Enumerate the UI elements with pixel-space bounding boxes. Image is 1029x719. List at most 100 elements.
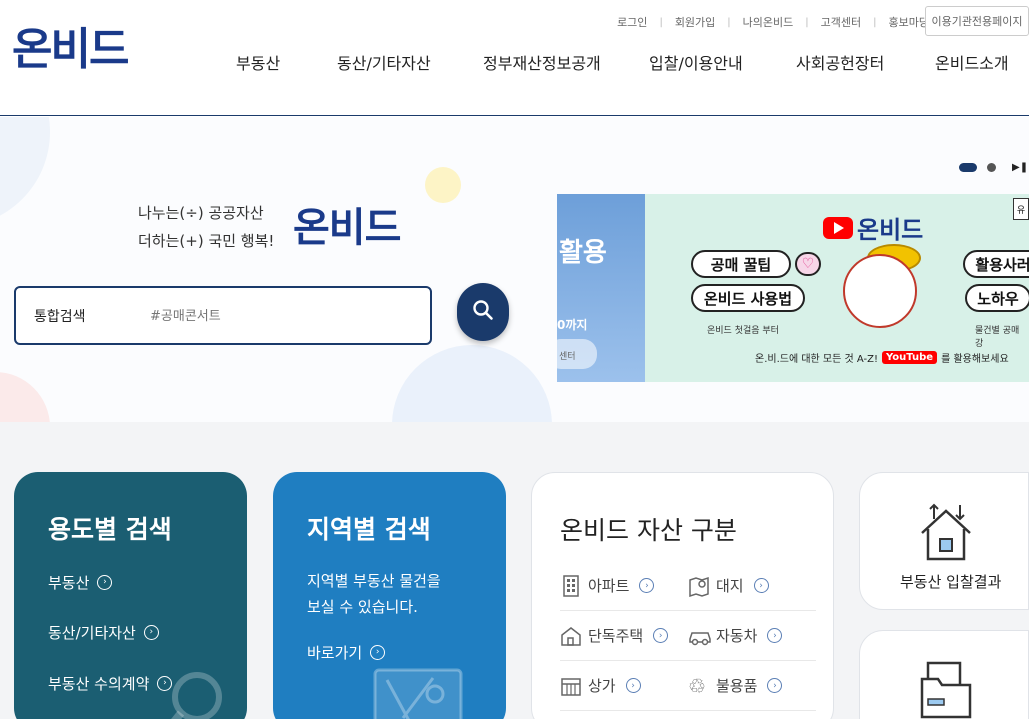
nav-bid-guide[interactable]: 입찰/이용안내 (649, 50, 743, 74)
heart-icon: ♡ (795, 252, 821, 276)
car-icon (688, 625, 711, 647)
divider: | (659, 16, 663, 28)
desc-line: 지역별 부동산 물건을 (307, 572, 441, 590)
asset-category-grid: 아파트 › 대지 › 단독주택 › 자동차 › 상가 › ♲ 불용품 › (560, 561, 816, 711)
hero-logo: 온비드 (293, 205, 401, 251)
apartment-icon (560, 574, 582, 597)
divider: | (727, 16, 731, 28)
nav-real-estate[interactable]: 부동산 (236, 50, 280, 74)
decoration-arc (0, 117, 50, 227)
site-header: 온비드 로그인 | 회원가입 | 나의온비드 | 고객센터 | 홍보마당 이용기… (0, 0, 1029, 116)
divider: | (805, 16, 809, 28)
asset-link-house[interactable]: 단독주택 › (560, 625, 688, 647)
banner-slide-current: 온비드 공매 꿀팁 ♡ 온비드 사용법 활용사러 노하우 온비드 첫걸음 부터 … (645, 194, 1029, 382)
hero-tagline: 나누는(÷) 공공자산 더하는(+) 국민 행복! (138, 199, 274, 255)
divider: | (873, 16, 877, 28)
land-map-icon (688, 575, 710, 597)
tagline-line: 더하는(+) 국민 행복! (138, 232, 275, 250)
mascot-illustration (843, 254, 917, 328)
search-icon (472, 299, 494, 325)
asset-link-store[interactable]: 상가 › (560, 675, 688, 697)
document-card[interactable] (859, 630, 1029, 719)
region-shortcut-link[interactable]: 바로가기 › (307, 642, 386, 663)
banner-bottom-line: 온.비.드에 대한 모든 것 A-Z! YouTube 를 활용해보세요 (755, 350, 1009, 365)
quick-menu-section: 용도별 검색 부동산 › 동산/기타자산 › 부동산 수의계약 › 지역별 검색 지역… (0, 422, 1029, 719)
link-label: 바로가기 (307, 644, 363, 662)
purpose-link-real-estate[interactable]: 부동산 › (48, 572, 113, 593)
banner-corner-tag: 유 (1013, 198, 1029, 220)
link-label: 동산/기타자산 (48, 624, 136, 642)
carousel-dot-active[interactable] (959, 163, 977, 172)
asset-label: 대지 (716, 577, 744, 595)
promo-banner[interactable]: 활용 0까지 센터 온비드 공매 꿀팁 ♡ 온비드 사용법 활용사러 노하우 온… (557, 194, 1029, 382)
banner-caption: 온비드 첫걸음 부터 (707, 326, 779, 336)
util-login-link[interactable]: 로그인 (617, 14, 647, 30)
purpose-search-card: 용도별 검색 부동산 › 동산/기타자산 › 부동산 수의계약 › (14, 472, 247, 719)
asset-link-car[interactable]: 자동차 › (688, 625, 816, 647)
decoration-circle (0, 372, 50, 422)
nav-movable-assets[interactable]: 동산/기타자산 (337, 50, 431, 74)
banner-text: 온.비.드에 대한 모든 것 A-Z! (755, 354, 878, 365)
card-title: 용도별 검색 (48, 515, 172, 544)
card-label: 부동산 입찰결과 (900, 573, 1002, 591)
purpose-link-private-contract[interactable]: 부동산 수의계약 › (48, 673, 173, 694)
store-icon (560, 675, 582, 697)
banner-slide-prev: 활용 0까지 센터 (557, 194, 645, 382)
asset-row: 단독주택 › 자동차 › (560, 611, 816, 661)
chevron-right-icon: › (370, 645, 386, 660)
chevron-right-icon: › (97, 575, 113, 590)
purpose-link-movable[interactable]: 동산/기타자산 › (48, 622, 159, 643)
house-bid-icon (918, 503, 974, 565)
chevron-right-icon: › (753, 578, 769, 593)
youtube-badge: YouTube (881, 351, 938, 364)
link-label: 부동산 (48, 574, 90, 592)
banner-text: 활용 (559, 238, 607, 268)
banner-pill: 공매 꿀팁 (691, 250, 791, 278)
asset-label: 자동차 (716, 627, 758, 645)
institution-page-button[interactable]: 이용기관전용페이지 (925, 6, 1029, 36)
search-button[interactable] (457, 283, 509, 341)
util-mypage-link[interactable]: 나의온비드 (743, 14, 794, 30)
nav-gov-property-info[interactable]: 정부재산정보공개 (483, 50, 601, 74)
nav-social-market[interactable]: 사회공헌장터 (796, 50, 884, 74)
util-support-link[interactable]: 고객센터 (821, 14, 861, 30)
asset-label: 상가 (588, 677, 616, 695)
card-title: 지역별 검색 (307, 515, 431, 544)
util-pr-link[interactable]: 홍보마당 (889, 14, 929, 30)
asset-row: 아파트 › 대지 › (560, 561, 816, 611)
carousel-controls: ▶❚ (959, 162, 1028, 173)
recycle-icon: ♲ (688, 673, 706, 698)
search-input[interactable] (150, 302, 420, 330)
banner-pill: 온비드 사용법 (691, 284, 805, 312)
card-description: 지역별 부동산 물건을 보실 수 있습니다. (307, 568, 441, 620)
chevron-right-icon: › (639, 578, 655, 593)
banner-text: 를 활용해보세요 (941, 354, 1009, 365)
chevron-right-icon: › (767, 628, 783, 643)
banner-pill: 노하우 (965, 284, 1029, 312)
asset-link-land[interactable]: 대지 › (688, 575, 816, 597)
nav-about[interactable]: 온비드소개 (935, 50, 1009, 74)
asset-link-surplus[interactable]: ♲ 불용품 › (688, 675, 816, 697)
banner-caption: 물건별 공매 강 (975, 326, 1020, 349)
asset-row: 상가 › ♲ 불용품 › (560, 661, 816, 711)
play-pause-icon[interactable]: ▶❚ (1012, 162, 1028, 173)
folder-icon (920, 661, 972, 719)
asset-link-apartment[interactable]: 아파트 › (560, 574, 688, 597)
util-signup-link[interactable]: 회원가입 (675, 14, 715, 30)
house-icon (560, 625, 582, 647)
decoration-circle (425, 167, 461, 203)
utility-nav: 로그인 | 회원가입 | 나의온비드 | 고객센터 | 홍보마당 (617, 14, 929, 30)
hero-section: 나누는(÷) 공공자산 더하는(+) 국민 행복! 온비드 통합검색 ▶❚ 활용… (0, 117, 1029, 422)
banner-button: 센터 (557, 339, 597, 369)
asset-label: 아파트 (588, 577, 630, 595)
carousel-dot[interactable] (987, 163, 996, 172)
asset-label: 불용품 (716, 677, 758, 695)
bid-result-card[interactable]: 부동산 입찰결과 (859, 472, 1029, 610)
asset-label: 단독주택 (588, 627, 644, 645)
card-title: 온비드 자산 구분 (560, 516, 737, 545)
magnifier-watermark-icon (159, 667, 229, 719)
asset-category-card: 온비드 자산 구분 아파트 › 대지 › 단독주택 › 자동차 › 상가 › ♲… (531, 472, 834, 719)
banner-text: 0까지 (557, 318, 588, 332)
integrated-search-box: 통합검색 (14, 286, 432, 345)
chevron-right-icon: › (143, 625, 159, 640)
